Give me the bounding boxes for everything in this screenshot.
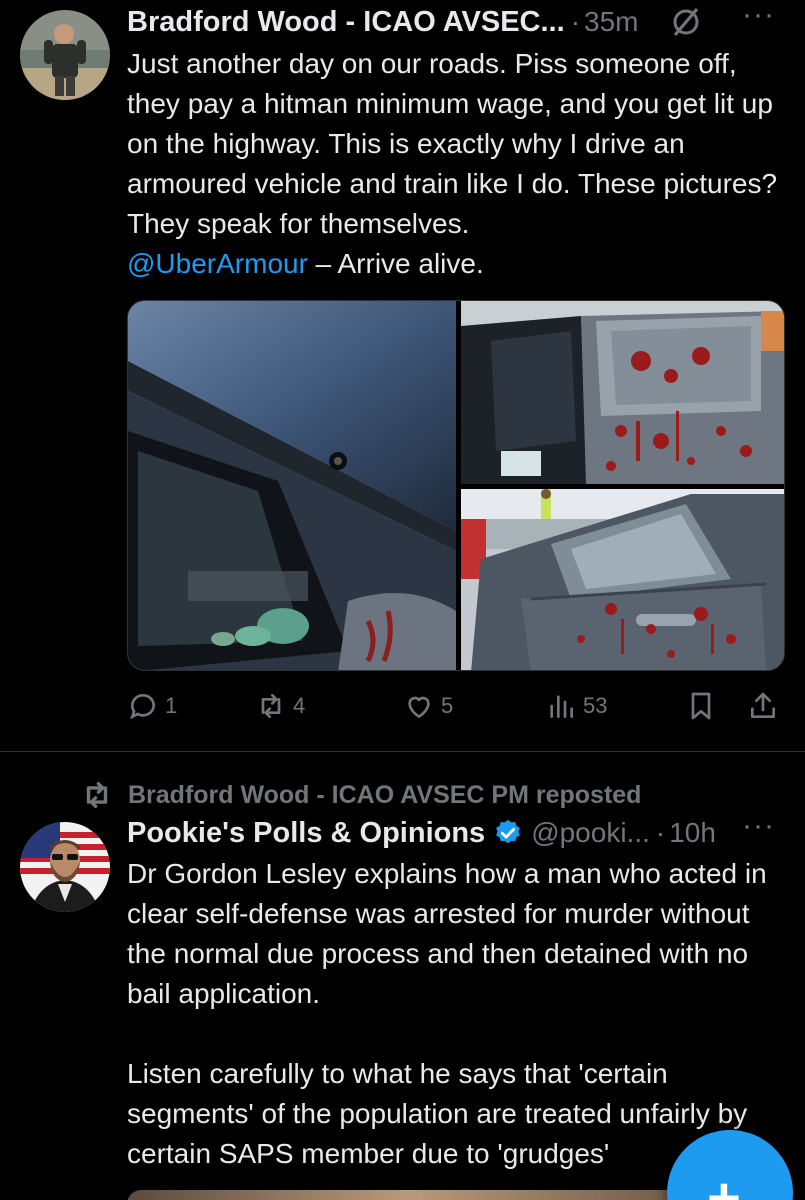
separator-dot: · — [655, 817, 666, 848]
reply-button[interactable]: 1 — [127, 683, 177, 729]
repost-label: Bradford Wood - ICAO AVSEC PM reposted — [128, 780, 642, 809]
post-actions: 1 4 5 53 — [127, 683, 785, 729]
post-divider — [0, 751, 805, 752]
bookmark-button[interactable] — [685, 683, 717, 729]
reply-count: 1 — [165, 693, 178, 718]
media-image-3[interactable] — [461, 489, 784, 670]
separator-dot: · — [570, 6, 581, 37]
author-handle[interactable]: @pooki... — [531, 817, 650, 849]
views-count: 53 — [583, 693, 608, 718]
post-text-tail: – Arrive alive. — [307, 248, 484, 279]
post-text: Just another day on our roads. Piss some… — [127, 44, 783, 284]
media-image-1[interactable] — [128, 301, 456, 670]
heart-icon — [408, 696, 430, 718]
author-avatar[interactable] — [20, 10, 110, 100]
like-button[interactable]: 5 — [403, 683, 453, 729]
more-icon[interactable]: ··· — [742, 809, 775, 843]
grok-icon[interactable] — [668, 4, 704, 40]
avatar-image — [20, 822, 110, 912]
repost-icon — [86, 781, 108, 809]
share-icon — [751, 692, 775, 718]
media-image-2[interactable] — [461, 301, 784, 484]
mention-link[interactable]: @UberArmour — [127, 248, 308, 279]
views-button[interactable]: 53 — [545, 683, 607, 729]
repost-count: 4 — [293, 693, 306, 718]
reply-icon — [130, 694, 155, 720]
author-name[interactable]: Pookie's Polls & Opinions — [127, 817, 485, 850]
verified-badge-icon[interactable] — [493, 818, 523, 848]
more-icon[interactable]: ··· — [742, 0, 775, 32]
post-header: Pookie's Polls & Opinions @pooki... · 10… — [127, 809, 785, 853]
share-button[interactable] — [747, 683, 779, 729]
like-count: 5 — [441, 693, 454, 718]
author-avatar[interactable] — [20, 822, 110, 912]
post-text-main: Just another day on our roads. Piss some… — [127, 48, 778, 239]
post-2[interactable]: Bradford Wood - ICAO AVSEC PM reposted P… — [0, 753, 805, 1200]
post-1[interactable]: Bradford Wood - ICAO AVSEC... · 35m ··· … — [0, 0, 805, 752]
media-grid — [127, 300, 785, 671]
media-preview[interactable] — [127, 1190, 687, 1200]
post-time[interactable]: 10h — [669, 817, 716, 849]
bookmark-icon — [691, 692, 711, 720]
post-time[interactable]: 35m — [584, 6, 638, 38]
plus-icon: + — [707, 1166, 741, 1200]
repost-context[interactable]: Bradford Wood - ICAO AVSEC PM reposted — [80, 775, 641, 815]
post-text: Dr Gordon Lesley explains how a man who … — [127, 858, 767, 1169]
avatar-image — [20, 10, 110, 100]
author-name[interactable]: Bradford Wood - ICAO AVSEC... — [127, 6, 565, 39]
views-icon — [550, 695, 573, 718]
repost-button[interactable]: 4 — [255, 683, 305, 729]
repost-icon — [261, 694, 281, 718]
post-header: Bradford Wood - ICAO AVSEC... · 35m ··· — [127, 0, 785, 42]
